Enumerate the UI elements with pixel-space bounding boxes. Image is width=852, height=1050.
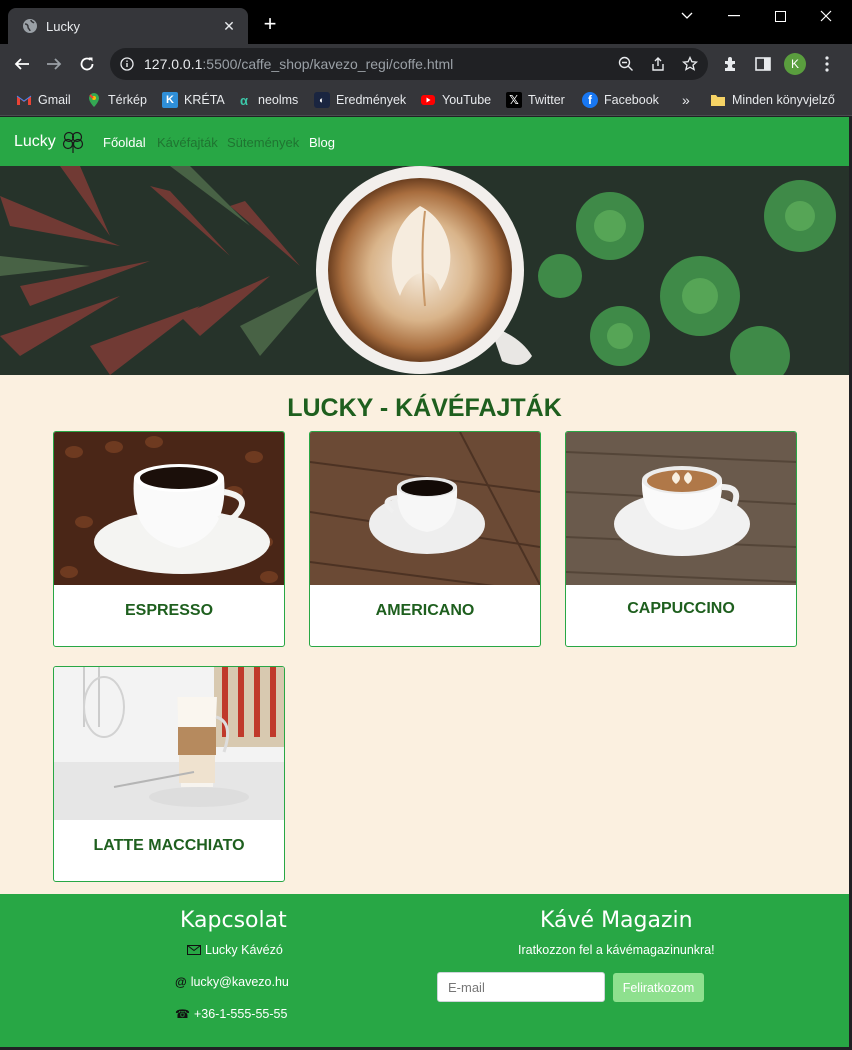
cappuccino-image [566, 432, 796, 585]
bookmark-label: Gmail [38, 93, 71, 107]
clover-icon [62, 131, 83, 153]
close-window-icon[interactable] [803, 4, 849, 28]
side-panel-icon[interactable] [754, 55, 772, 73]
americano-image [310, 432, 540, 585]
extensions-puzzle-icon[interactable] [722, 55, 740, 73]
magazine-heading: Kávé Magazin [540, 908, 693, 933]
bookmark-eredmenyek[interactable]: ◐ Eredmények [314, 91, 406, 109]
bookmarks-bar: Gmail Térkép K KRÉTA α neolms ◐ Eredmény… [0, 84, 852, 116]
nav-link-pastries[interactable]: Sütemények [227, 135, 299, 150]
card-title: ESPRESSO [124, 602, 214, 619]
bookmark-maps[interactable]: Térkép [86, 91, 147, 109]
bookmark-label: Minden könyvjelző [732, 93, 835, 107]
bookmark-label: YouTube [442, 93, 492, 107]
contact-email[interactable]: lucky@kavezo.hu [191, 975, 289, 989]
facebook-icon: f [582, 92, 598, 108]
subscribe-button[interactable]: Feliratkozom [613, 973, 704, 1002]
contact-email-line: @ lucky@kavezo.hu [175, 975, 289, 989]
folder-icon [711, 95, 725, 106]
coffee-card-cappuccino[interactable]: CAPPUCCINO [565, 431, 797, 647]
forward-arrow-icon[interactable] [42, 52, 66, 76]
contact-heading: Kapcsolat [180, 908, 287, 933]
bookmark-twitter[interactable]: 𝕏 Twitter [506, 91, 565, 109]
neolms-icon: α [240, 92, 248, 108]
phone-icon: ☎ [175, 1007, 190, 1021]
bookmark-label: Facebook [604, 93, 659, 107]
bookmark-gmail[interactable]: Gmail [16, 91, 71, 109]
tab-title: Lucky [46, 18, 80, 34]
coffee-card-latte-macchiato[interactable]: LATTE MACCHIATO [53, 666, 285, 882]
bookmark-label: Térkép [108, 93, 147, 107]
maximize-icon[interactable] [757, 4, 803, 28]
card-title: LATTE MACCHIATO [93, 837, 245, 854]
contact-name-line: Lucky Kávézó [187, 943, 283, 957]
bookmark-facebook[interactable]: f Facebook [582, 91, 659, 109]
profile-avatar[interactable]: K [784, 53, 806, 75]
envelope-icon [187, 945, 201, 955]
bookmark-label: Twitter [528, 93, 565, 107]
espresso-image [54, 432, 284, 585]
nav-link-blog[interactable]: Blog [309, 135, 335, 150]
latte-macchiato-image [54, 667, 284, 820]
site-brand[interactable]: Lucky [14, 130, 84, 154]
share-icon[interactable] [650, 56, 666, 72]
address-bar[interactable]: 127.0.0.1:5500/caffe_shop/kavezo_regi/co… [110, 48, 708, 80]
kreta-icon: K [162, 92, 178, 108]
nav-link-coffee-types[interactable]: Kávéfajták [157, 135, 218, 150]
site-footer: Kapcsolat Lucky Kávézó @ lucky@kavezo.hu… [0, 894, 849, 1047]
hero-image [0, 166, 849, 375]
url-host: 127.0.0.1 [144, 56, 203, 72]
brand-text: Lucky [14, 133, 56, 150]
gmail-icon [16, 95, 32, 105]
card-title: AMERICANO [375, 602, 475, 619]
zoom-out-icon[interactable] [618, 56, 634, 72]
tab-strip: Lucky ✕ + [0, 0, 852, 44]
bookmark-kreta[interactable]: K KRÉTA [162, 91, 225, 109]
tab-search-icon[interactable] [664, 4, 710, 28]
coffee-card-americano[interactable]: AMERICANO [309, 431, 541, 647]
bookmark-youtube[interactable]: YouTube [420, 91, 491, 109]
maps-icon [89, 93, 99, 107]
close-tab-icon[interactable]: ✕ [220, 18, 238, 35]
bookmarks-overflow-button[interactable]: » [682, 91, 690, 109]
contact-phone: +36-1-555-55-55 [193, 1007, 288, 1021]
newsletter-email-input[interactable] [437, 972, 605, 1002]
url-path: :5500/caffe_shop/kavezo_regi/coffe.html [202, 56, 454, 72]
magazine-text: Iratkozzon fel a kávémagazinunkra! [518, 943, 715, 957]
info-icon[interactable] [120, 57, 134, 71]
globe-icon [23, 19, 37, 33]
hero-coffee-illustration [0, 166, 849, 375]
contact-name: Lucky Kávézó [205, 943, 283, 957]
back-arrow-icon[interactable] [10, 52, 34, 76]
twitter-icon: 𝕏 [506, 92, 522, 108]
page-viewport: Lucky Főoldal Kávéfajták Sütemények Blog [0, 117, 849, 1047]
coffee-card-espresso[interactable]: ESPRESSO [53, 431, 285, 647]
page-title: LUCKY - KÁVÉFAJTÁK [287, 394, 562, 422]
bookmark-label: Eredmények [336, 93, 407, 107]
bookmark-neolms[interactable]: α neolms [236, 91, 298, 109]
more-menu-icon[interactable] [818, 55, 836, 73]
new-tab-button[interactable]: + [260, 13, 280, 35]
star-bookmark-icon[interactable] [682, 56, 698, 72]
url-text[interactable]: 127.0.0.1:5500/caffe_shop/kavezo_regi/co… [144, 56, 453, 72]
eredmenyek-icon: ◐ [314, 92, 330, 108]
bookmark-all-folder[interactable]: Minden könyvjelző [710, 91, 835, 109]
nav-link-home[interactable]: Főoldal [103, 135, 146, 150]
at-sign-icon: @ [175, 975, 187, 989]
contact-phone-line: ☎ +36-1-555-55-55 [175, 1007, 287, 1021]
browser-toolbar: 127.0.0.1:5500/caffe_shop/kavezo_regi/co… [0, 44, 852, 84]
reload-icon[interactable] [75, 52, 99, 76]
site-navbar: Lucky Főoldal Kávéfajták Sütemények Blog [0, 117, 849, 166]
card-title: CAPPUCCINO [627, 600, 735, 617]
minimize-icon[interactable] [711, 4, 757, 28]
youtube-icon [421, 95, 435, 105]
browser-tab[interactable]: Lucky ✕ [8, 8, 248, 44]
bookmark-label: neolms [258, 93, 299, 107]
bookmark-label: KRÉTA [184, 93, 225, 107]
browser-window: Lucky ✕ + 127.0.0.1:5500/caffe_shop/kave… [0, 0, 852, 1050]
